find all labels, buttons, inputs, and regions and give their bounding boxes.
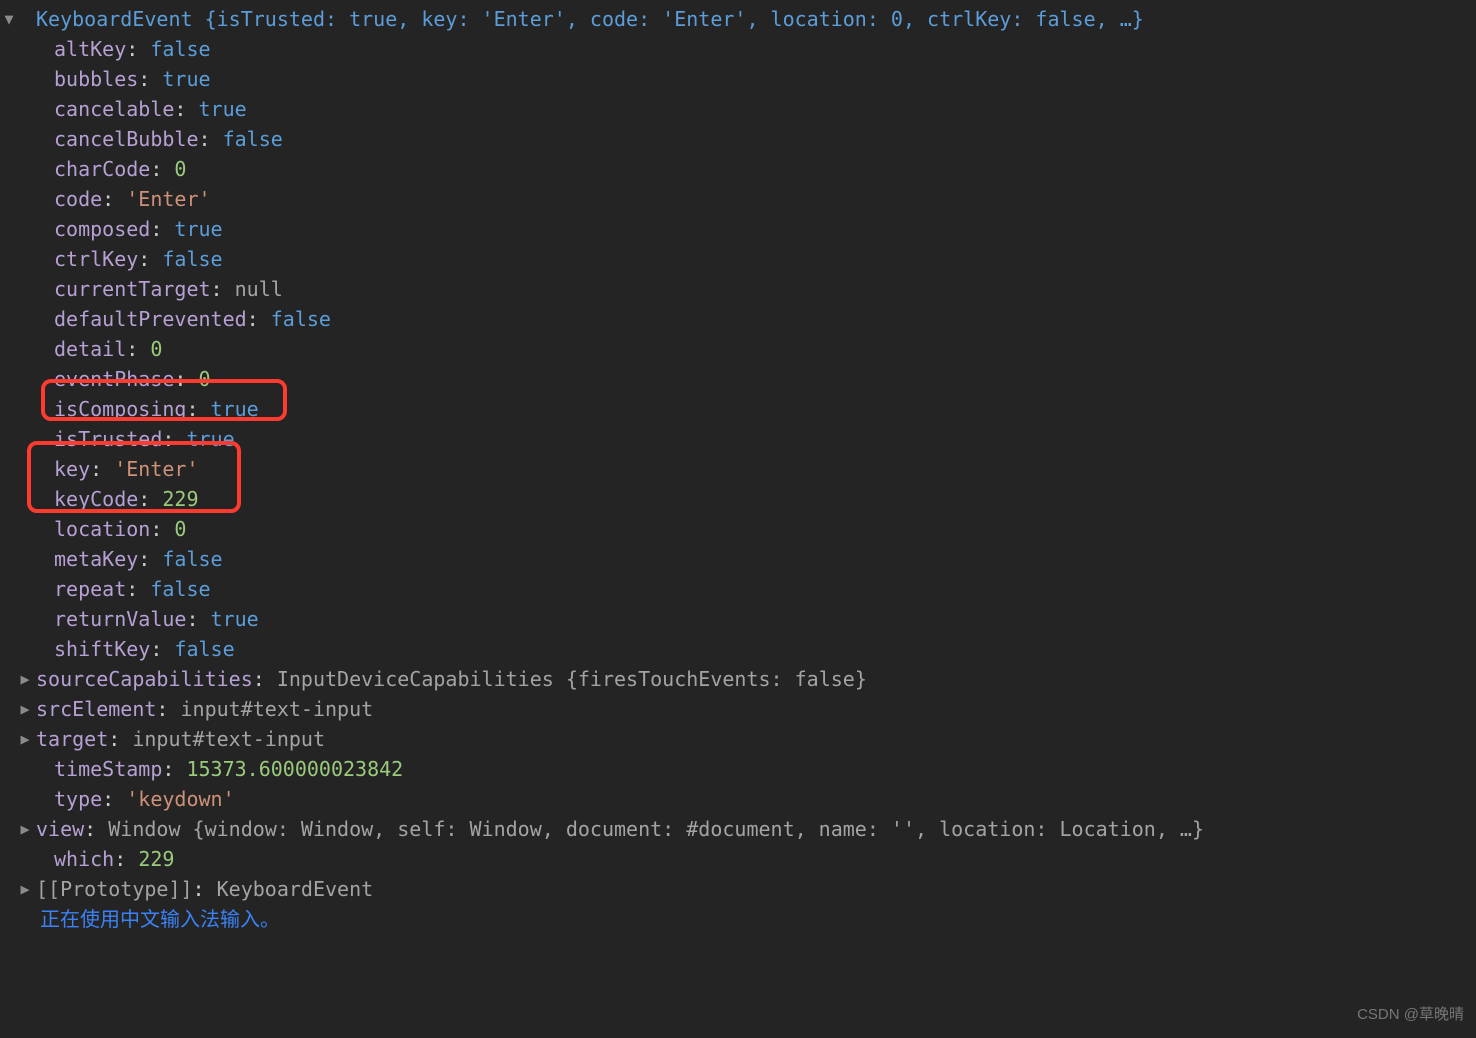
prop-location: location: 0 [0,514,1476,544]
object-summary: {isTrusted: true, key: 'Enter', code: 'E… [205,4,1144,34]
prop-prototype[interactable]: ▶[[Prototype]]: KeyboardEvent [0,874,1476,904]
prop-charCode: charCode: 0 [0,154,1476,184]
prop-code: code: 'Enter' [0,184,1476,214]
footer-message: 正在使用中文输入法输入。 [0,904,1476,934]
prop-eventPhase: eventPhase: 0 [0,364,1476,394]
prop-repeat: repeat: false [0,574,1476,604]
prop-metaKey: metaKey: false [0,544,1476,574]
class-name: KeyboardEvent [36,4,193,34]
prop-bubbles: bubbles: true [0,64,1476,94]
prop-cancelable: cancelable: true [0,94,1476,124]
prop-defaultPrevented: defaultPrevented: false [0,304,1476,334]
prop-sourceCapabilities[interactable]: ▶sourceCapabilities: InputDeviceCapabili… [0,664,1476,694]
prop-view[interactable]: ▶view: Window {window: Window, self: Win… [0,814,1476,844]
collapse-arrow-icon[interactable]: ▼ [0,4,18,31]
prop-returnValue: returnValue: true [0,604,1476,634]
prop-type: type: 'keydown' [0,784,1476,814]
prop-isComposing: isComposing: true [0,394,1476,424]
prop-composed: composed: true [0,214,1476,244]
expand-arrow-icon: ▶ [16,724,34,751]
prop-cancelBubble: cancelBubble: false [0,124,1476,154]
prop-keyCode: keyCode: 229 [0,484,1476,514]
prop-altKey: altKey: false [0,34,1476,64]
prop-timeStamp: timeStamp: 15373.600000023842 [0,754,1476,784]
object-header[interactable]: ▼ KeyboardEvent {isTrusted: true, key: '… [0,4,1476,34]
prop-detail: detail: 0 [0,334,1476,364]
prop-which: which: 229 [0,844,1476,874]
expand-arrow-icon: ▶ [16,664,34,691]
prop-shiftKey: shiftKey: false [0,634,1476,664]
prop-key: key: 'Enter' [0,454,1476,484]
watermark: CSDN @草晚晴 [1357,1004,1464,1027]
prop-ctrlKey: ctrlKey: false [0,244,1476,274]
prop-target[interactable]: ▶target: input#text-input [0,724,1476,754]
prop-isTrusted: isTrusted: true [0,424,1476,454]
prop-currentTarget: currentTarget: null [0,274,1476,304]
expand-arrow-icon: ▶ [16,814,34,841]
expand-arrow-icon: ▶ [16,694,34,721]
expand-arrow-icon: ▶ [16,874,34,901]
prop-srcElement[interactable]: ▶srcElement: input#text-input [0,694,1476,724]
